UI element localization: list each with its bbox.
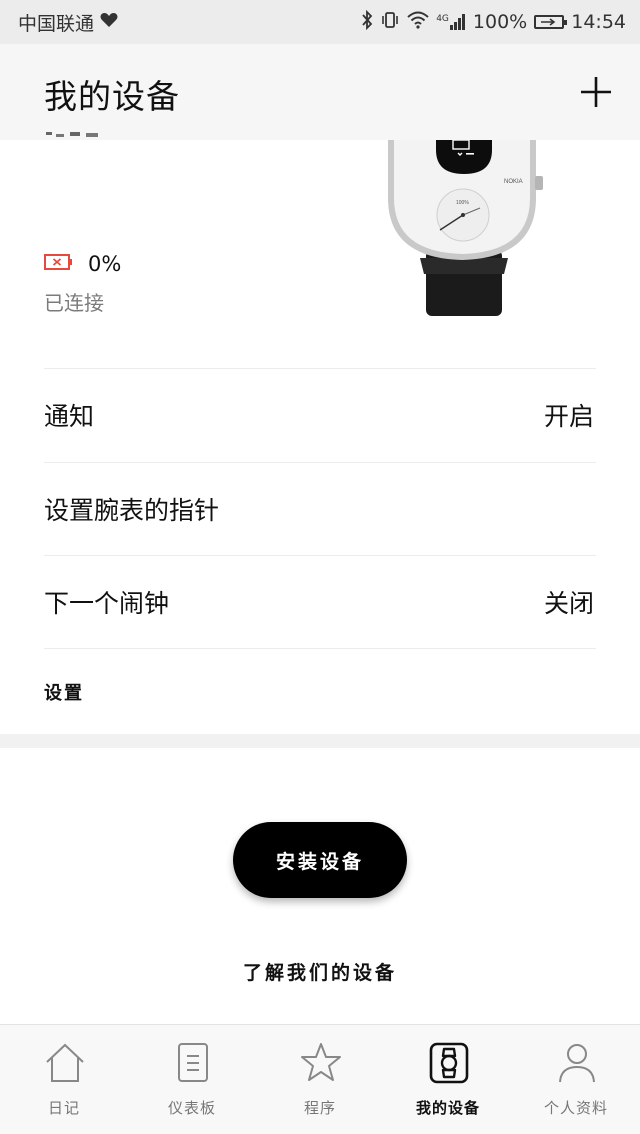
nav-label-dashboard: 仪表板 (167, 1099, 216, 1117)
notifications-row[interactable]: 通知 开启 (44, 368, 596, 460)
network-type-label: 4G (436, 14, 449, 24)
notifications-value: 开启 (543, 401, 594, 431)
home-icon (46, 1043, 84, 1082)
phone-battery-icon (534, 15, 568, 29)
status-right: 4G 100% 14:54 (361, 9, 626, 35)
next-alarm-value: 关闭 (543, 588, 594, 618)
add-device-button[interactable] (578, 74, 614, 110)
nav-item-programs[interactable]: 程序 (256, 1025, 384, 1134)
vibrate-icon (380, 10, 400, 35)
document-icon (178, 1043, 208, 1082)
learn-about-devices-link[interactable]: 了解我们的设备 (0, 958, 640, 985)
set-watch-hands-label: 设置腕表的指针 (44, 495, 220, 525)
status-left: 中国联通 (18, 9, 118, 36)
next-alarm-label: 下一个闹钟 (44, 588, 170, 618)
connection-status: 已连接 (44, 291, 104, 315)
section-divider (0, 734, 640, 748)
plus-icon (581, 77, 611, 107)
heart-icon (100, 11, 118, 33)
wifi-icon (407, 11, 429, 34)
bluetooth-icon (361, 9, 373, 35)
device-battery-level: 0% (88, 252, 122, 276)
profile-icon (559, 1044, 595, 1083)
nav-item-dashboard[interactable]: 仪表板 (128, 1025, 256, 1134)
next-alarm-row[interactable]: 下一个闹钟 关闭 (44, 555, 596, 647)
nav-label-programs: 程序 (303, 1099, 336, 1117)
app-header: 我的设备 (0, 44, 640, 140)
nav-label-profile: 个人资料 (543, 1099, 608, 1117)
clock-label: 14:54 (571, 11, 626, 33)
install-device-button[interactable]: 安装设备 (233, 822, 407, 898)
watch-image: NOKIA 100% (388, 140, 543, 316)
low-battery-icon (44, 254, 74, 274)
set-watch-hands-row[interactable]: 设置腕表的指针 (44, 462, 596, 554)
nav-item-my-devices[interactable]: 我的设备 (384, 1025, 512, 1134)
cell-signal-icon: 4G (436, 14, 466, 30)
settings-section-heading[interactable]: 设置 (44, 648, 596, 734)
device-battery-row: 0% (44, 252, 121, 276)
watch-dial-text: 100% (456, 200, 469, 206)
nav-item-diary[interactable]: 日记 (0, 1025, 128, 1134)
nav-label-diary: 日记 (47, 1099, 80, 1117)
watch-icon (429, 1042, 469, 1084)
carrier-label: 中国联通 (18, 12, 95, 35)
battery-percent-label: 100% (472, 11, 528, 33)
star-icon (301, 1043, 341, 1081)
status-bar: 中国联通 4G 100% 14:54 (0, 0, 640, 44)
bottom-navigation: 日记 仪表板 程序 我的设备 个人资料 (0, 1024, 640, 1134)
notifications-label: 通知 (44, 401, 95, 431)
watch-brand-text: NOKIA (504, 179, 523, 185)
nav-label-my-devices: 我的设备 (415, 1099, 480, 1117)
scrolled-device-name (46, 132, 98, 137)
nav-item-profile[interactable]: 个人资料 (512, 1025, 640, 1134)
page-title: 我的设备 (44, 77, 180, 116)
